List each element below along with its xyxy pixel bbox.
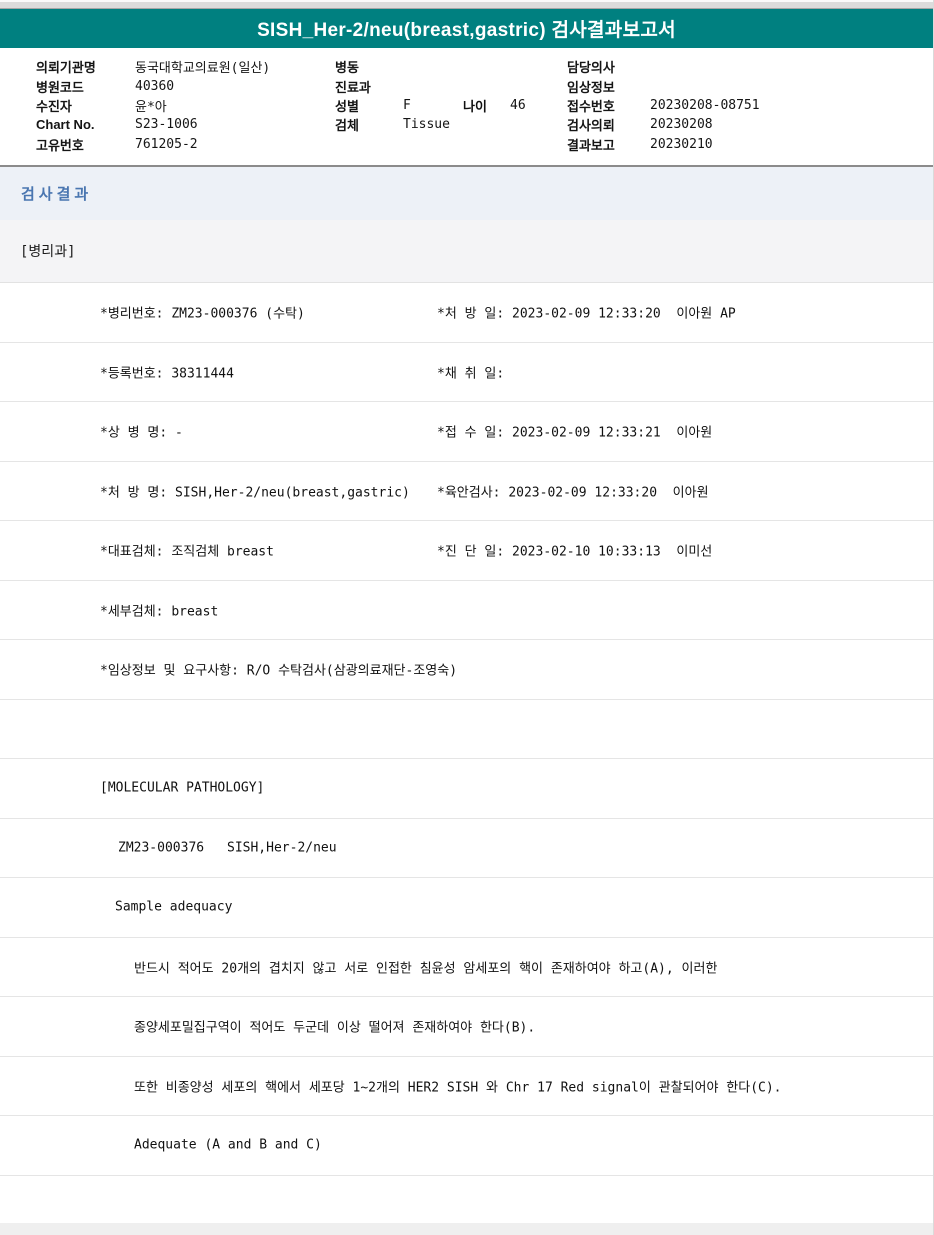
field-value: 20230208-08751 <box>650 98 760 113</box>
field-right: *진 단 일: 2023-02-10 10:33:13 이미선 <box>437 541 712 560</box>
field-left: Sample adequacy <box>115 900 232 915</box>
table-row: *세부검체: breast <box>0 581 933 641</box>
pathology-number: ZM23-000376 <box>118 840 204 855</box>
info-row-accession-no: 접수번호 20230208-08751 <box>567 96 760 115</box>
field-label: 결과보고 <box>567 135 650 154</box>
field-value: F <box>403 98 411 113</box>
info-row-clinical-info: 임상정보 <box>567 76 760 95</box>
field-right: *처 방 일: 2023-02-09 12:33:20 이아원 AP <box>437 303 736 322</box>
table-row: *임상정보 및 요구사항: R/O 수탁검사(삼광의료재단-조영숙) <box>0 640 933 700</box>
info-row-doctor: 담당의사 <box>567 57 760 76</box>
info-row-department: 진료과 <box>335 76 575 95</box>
info-row-specimen: 검체 Tissue <box>335 115 575 134</box>
report-page: SISH_Her-2/neu(breast,gastric) 검사결과보고서 의… <box>0 0 934 1235</box>
info-row-report-date: 결과보고 20230210 <box>567 135 760 154</box>
info-row-chart-no: Chart No. S23-1006 <box>36 115 270 134</box>
field-left: [MOLECULAR PATHOLOGY] <box>100 781 264 796</box>
field-value: 동국대학교의료원(일산) <box>135 57 270 76</box>
table-row: *상 병 명: - *접 수 일: 2023-02-09 12:33:21 이아… <box>0 402 933 462</box>
table-row-criteria-a: 반드시 적어도 20개의 겹치지 않고 서로 인접한 침윤성 암세포의 핵이 존… <box>0 938 933 998</box>
field-left: *처 방 명: SISH,Her-2/neu(breast,gastric) <box>100 481 410 500</box>
table-row-molecular-pathology: [MOLECULAR PATHOLOGY] <box>0 759 933 819</box>
table-row: *대표검체: 조직검체 breast *진 단 일: 2023-02-10 10… <box>0 521 933 581</box>
report-title-bar: SISH_Her-2/neu(breast,gastric) 검사결과보고서 <box>0 9 933 48</box>
patient-info-block: 의뢰기관명 동국대학교의료원(일산) 병원코드 40360 수진자 윤*아 Ch… <box>0 48 933 165</box>
patient-info-col-middle: 병동 진료과 성별 F 나이 46 검체 Tissue <box>335 57 575 135</box>
table-row-criteria-c: 또한 비종양성 세포의 핵에서 세포당 1~2개의 HER2 SISH 와 Ch… <box>0 1057 933 1117</box>
patient-info-col-left: 의뢰기관명 동국대학교의료원(일산) 병원코드 40360 수진자 윤*아 Ch… <box>36 57 270 154</box>
field-left: *대표검체: 조직검체 breast <box>100 541 274 560</box>
field-label: 성별 <box>335 96 403 115</box>
info-row-patient-name: 수진자 윤*아 <box>36 96 270 115</box>
field-value: 20230208 <box>650 117 713 132</box>
field-left: *임상정보 및 요구사항: R/O 수탁검사(삼광의료재단-조영숙) <box>100 660 457 679</box>
table-row: *처 방 명: SISH,Her-2/neu(breast,gastric) *… <box>0 462 933 522</box>
field-label: 고유번호 <box>36 135 135 154</box>
table-row-empty <box>0 700 933 760</box>
field-label: 검체 <box>335 115 403 134</box>
results-section-header: 검사결과 <box>0 165 933 220</box>
patient-info-col-right: 담당의사 임상정보 접수번호 20230208-08751 검사의뢰 20230… <box>567 57 760 154</box>
field-label: 병동 <box>335 57 403 76</box>
field-left: 종양세포밀집구역이 적어도 두군데 이상 떨어져 존재하여야 한다(B). <box>134 1017 535 1036</box>
field-left: 반드시 적어도 20개의 겹치지 않고 서로 인접한 침윤성 암세포의 핵이 존… <box>134 957 717 976</box>
field-label: 검사의뢰 <box>567 115 650 134</box>
info-row-sex-age: 성별 F 나이 46 <box>335 96 575 115</box>
field-label: 수진자 <box>36 96 135 115</box>
table-row-test-id: ZM23-000376 SISH,Her-2/neu <box>0 819 933 879</box>
field-value: S23-1006 <box>135 117 198 132</box>
field-left: *상 병 명: - <box>100 422 183 441</box>
department-band: [병리과] <box>0 220 933 283</box>
table-row-empty <box>0 1176 933 1224</box>
results-section-title: 검사결과 <box>21 183 92 204</box>
field-value: 40360 <box>135 79 174 94</box>
table-row-adequacy-result: Adequate (A and B and C) <box>0 1116 933 1176</box>
field-label: 접수번호 <box>567 96 650 115</box>
field-value: 윤*아 <box>135 96 167 115</box>
field-value: 20230210 <box>650 137 713 152</box>
field-left: *세부검체: breast <box>100 600 218 619</box>
table-row: *병리번호: ZM23-000376 (수탁) *처 방 일: 2023-02-… <box>0 283 933 343</box>
info-row-institution: 의뢰기관명 동국대학교의료원(일산) <box>36 57 270 76</box>
info-row-ward: 병동 <box>335 57 575 76</box>
info-row-hospital-code: 병원코드 40360 <box>36 76 270 95</box>
info-row-order-date: 검사의뢰 20230208 <box>567 115 760 134</box>
field-label: 임상정보 <box>567 77 650 96</box>
info-row-unique-no: 고유번호 761205-2 <box>36 135 270 154</box>
table-row: *등록번호: 38311444 *채 취 일: <box>0 343 933 403</box>
age-label: 나이 <box>463 96 487 115</box>
field-right: *채 취 일: <box>437 362 504 381</box>
field-right: *접 수 일: 2023-02-09 12:33:21 이아원 <box>437 422 712 441</box>
report-rows: *병리번호: ZM23-000376 (수탁) *처 방 일: 2023-02-… <box>0 283 933 1223</box>
page-title: SISH_Her-2/neu(breast,gastric) 검사결과보고서 <box>257 15 676 42</box>
field-value: Tissue <box>403 117 450 132</box>
field-left: Adequate (A and B and C) <box>134 1138 322 1153</box>
field-label: 병원코드 <box>36 77 135 96</box>
field-left: *병리번호: ZM23-000376 (수탁) <box>100 303 305 322</box>
window-top-strip <box>0 0 933 9</box>
field-label: 담당의사 <box>567 57 650 76</box>
field-label: 의뢰기관명 <box>36 57 135 76</box>
field-right: *육안검사: 2023-02-09 12:33:20 이아원 <box>437 481 709 500</box>
table-row-sample-adequacy: Sample adequacy <box>0 878 933 938</box>
field-label: 진료과 <box>335 77 403 96</box>
department-label: [병리과] <box>20 241 76 261</box>
field-left: *등록번호: 38311444 <box>100 362 234 381</box>
field-left: 또한 비종양성 세포의 핵에서 세포당 1~2개의 HER2 SISH 와 Ch… <box>134 1076 782 1095</box>
field-value: 761205-2 <box>135 137 198 152</box>
window-bottom-strip <box>0 1223 933 1235</box>
test-name: SISH,Her-2/neu <box>227 840 337 855</box>
field-label: Chart No. <box>36 117 135 132</box>
table-row-criteria-b: 종양세포밀집구역이 적어도 두군데 이상 떨어져 존재하여야 한다(B). <box>0 997 933 1057</box>
age-value: 46 <box>510 98 526 113</box>
